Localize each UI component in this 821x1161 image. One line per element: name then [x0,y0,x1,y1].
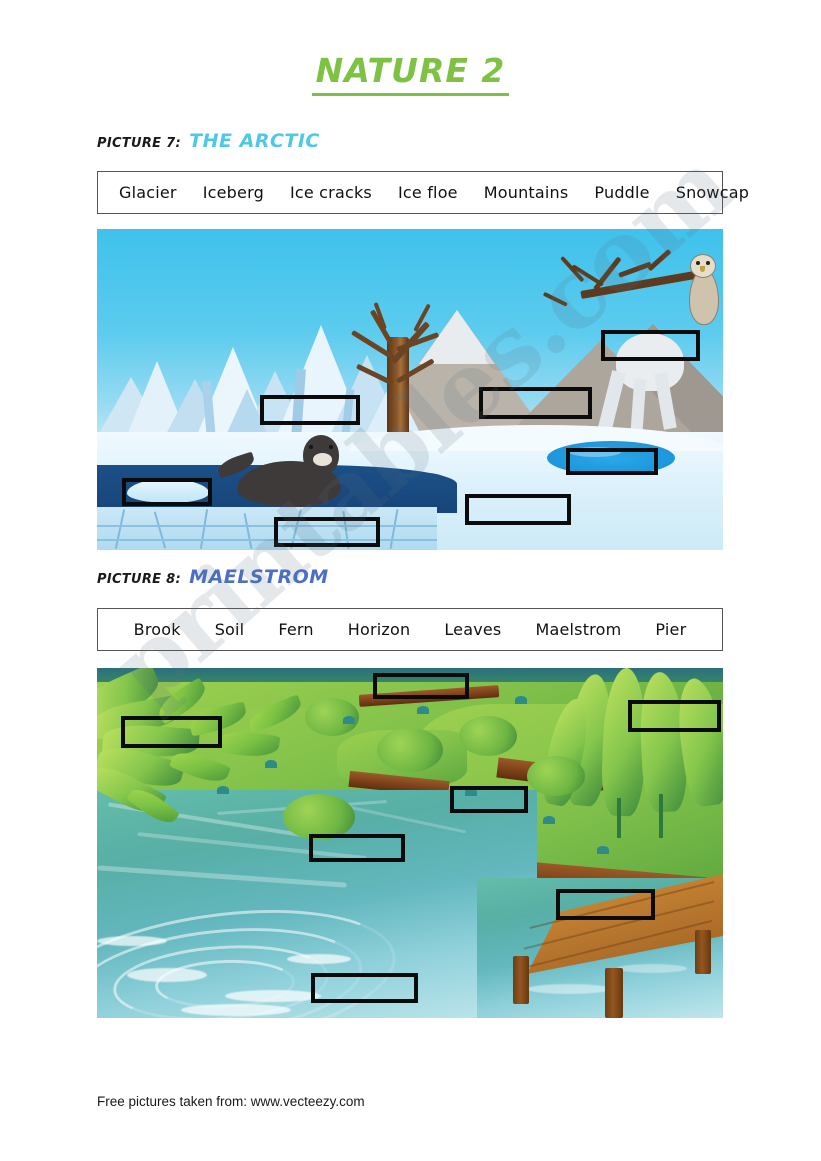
owl-eye [696,261,700,265]
water-ripple [617,964,687,973]
word-bank-item[interactable]: Iceberg [190,183,277,202]
pier-leg [513,956,529,1004]
maelstrom-foam [181,1004,291,1016]
word-bank-picture-8: Brook Soil Fern Horizon Leaves Maelstrom… [97,608,723,651]
grass-tuft [515,696,527,704]
bush [459,716,517,756]
owl-eye [706,261,710,265]
pier-leg [695,930,711,974]
answer-box-glacier[interactable] [465,494,571,525]
answer-box-soil[interactable] [309,834,405,862]
word-bank-item[interactable]: Glacier [106,183,190,202]
ice-crack-line-h [97,539,437,541]
grass-tuft [417,706,429,714]
fern-stem [659,794,663,838]
grass-tuft [543,816,555,824]
answer-box-snowcap[interactable] [601,330,700,361]
word-bank-item[interactable]: Ice floe [385,183,471,202]
seal-muzzle [313,453,332,466]
section-label-picture-8: PICTURE 8: [97,572,181,587]
answer-box-ice-cracks[interactable] [274,517,380,547]
grass-tuft [217,786,229,794]
word-bank-item[interactable]: Snowcap [663,183,762,202]
answer-box-iceberg[interactable] [260,395,360,425]
grass-tuft [343,716,355,724]
pier-leg [605,968,623,1018]
grass-tuft [265,760,277,768]
ice-crack-line-h [97,525,437,527]
word-bank-item[interactable]: Horizon [331,620,428,639]
bush [527,756,585,796]
maelstrom-foam [225,990,321,1002]
section-topic-arctic: THE ARCTIC [189,130,320,152]
section-heading-picture-8: PICTURE 8: MAELSTROM [97,566,329,588]
answer-box-horizon[interactable] [373,673,469,699]
word-bank-item[interactable]: Puddle [581,183,662,202]
section-heading-picture-7: PICTURE 7: THE ARCTIC [97,130,320,152]
answer-box-brook[interactable] [450,786,528,813]
grass-tuft [597,846,609,854]
worksheet-page: NATURE 2 PICTURE 7: THE ARCTIC Glacier I… [0,0,821,1161]
section-label-picture-7: PICTURE 7: [97,136,181,151]
maelstrom-foam [97,936,167,946]
word-bank-item[interactable]: Pier [638,620,703,639]
answer-box-maelstrom[interactable] [311,973,418,1003]
owl-beak-icon [700,266,705,272]
page-title-container: NATURE 2 [0,52,821,96]
answer-box-leaves[interactable] [121,716,222,748]
footer-credit: Free pictures taken from: www.vecteezy.c… [97,1094,365,1109]
word-bank-item[interactable]: Brook [117,620,198,639]
word-bank-item[interactable]: Mountains [471,183,582,202]
maelstrom-foam [127,968,207,982]
word-bank-item[interactable]: Soil [198,620,262,639]
answer-box-ice-floe[interactable] [122,478,212,506]
word-bank-item[interactable]: Leaves [427,620,518,639]
bush [377,728,443,772]
section-topic-maelstrom: MAELSTROM [189,566,329,588]
water-ripple [527,984,611,994]
illustration-maelstrom [97,668,723,1018]
maelstrom-foam [287,954,351,964]
seal-eye [329,445,333,449]
answer-box-mountains[interactable] [479,387,592,419]
answer-box-puddle[interactable] [566,448,658,475]
ice-cracks-field [97,507,437,550]
word-bank-item[interactable]: Ice cracks [277,183,385,202]
page-title: NATURE 2 [311,52,510,96]
answer-box-fern[interactable] [628,700,721,732]
illustration-arctic [97,229,723,550]
fern-stem [617,798,621,838]
word-bank-item[interactable]: Maelstrom [518,620,638,639]
word-bank-item[interactable]: Fern [261,620,330,639]
answer-box-pier[interactable] [556,889,655,920]
seal-eye [309,445,313,449]
word-bank-picture-7: Glacier Iceberg Ice cracks Ice floe Moun… [97,171,749,214]
